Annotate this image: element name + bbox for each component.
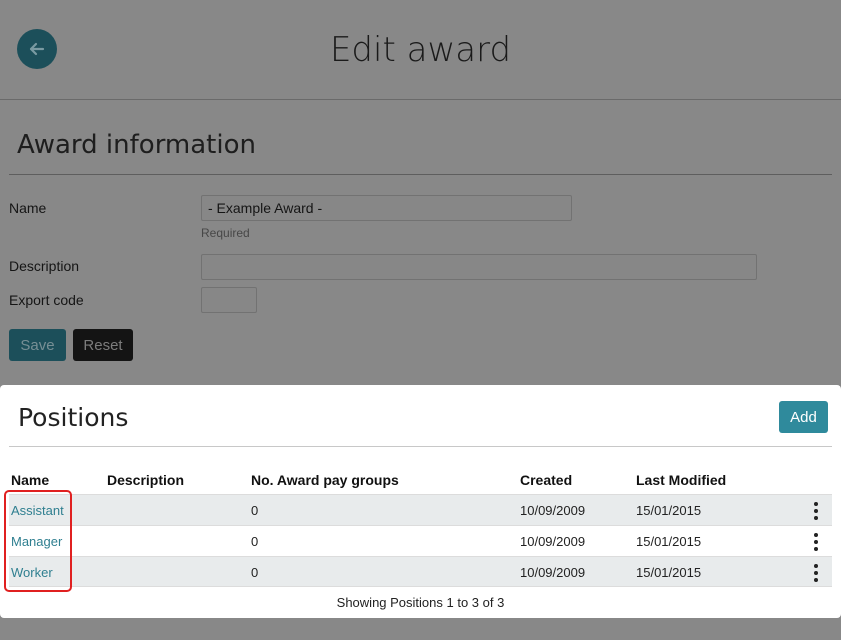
name-help-text: Required [201,226,250,240]
row-menu-icon[interactable] [810,564,822,582]
table-row: Assistant 0 10/09/2009 15/01/2015 [9,494,832,525]
position-name-link[interactable]: Manager [11,534,62,549]
position-pay-groups: 0 [251,534,259,549]
page-header: Edit award [0,0,841,100]
positions-panel: Positions Add Name Description No. Award… [0,385,841,618]
add-position-button[interactable]: Add [779,401,828,433]
column-header-description[interactable]: Description [107,472,184,488]
position-name-link[interactable]: Worker [11,565,53,580]
position-modified: 15/01/2015 [636,565,702,580]
row-menu-icon[interactable] [810,533,822,551]
name-input[interactable] [201,195,572,221]
position-modified: 15/01/2015 [636,534,702,549]
position-pay-groups: 0 [251,565,259,580]
position-name-link[interactable]: Assistant [11,503,64,518]
award-info-title: Award information [17,130,256,160]
reset-button[interactable]: Reset [73,329,133,361]
position-pay-groups: 0 [251,503,259,518]
position-modified: 15/01/2015 [636,503,702,518]
page-title: Edit award [329,30,512,70]
table-row: Worker 0 10/09/2009 15/01/2015 [9,556,832,587]
save-button[interactable]: Save [9,329,66,361]
table-row: Manager 0 10/09/2009 15/01/2015 [9,525,832,556]
table-footer-summary: Showing Positions 1 to 3 of 3 [336,595,505,610]
column-header-name[interactable]: Name [11,472,49,488]
position-created: 10/09/2009 [520,565,586,580]
export-code-label: Export code [9,292,84,308]
description-input[interactable] [201,254,757,280]
column-header-last-modified[interactable]: Last Modified [636,472,726,488]
column-header-created[interactable]: Created [520,472,572,488]
description-label: Description [9,258,80,274]
section-divider [9,174,832,175]
position-created: 10/09/2009 [520,534,586,549]
name-label: Name [9,200,47,216]
panel-divider [9,446,832,447]
export-code-input[interactable] [201,287,257,313]
position-created: 10/09/2009 [520,503,586,518]
positions-title: Positions [18,403,129,432]
row-menu-icon[interactable] [810,502,822,520]
column-header-pay-groups[interactable]: No. Award pay groups [251,472,399,488]
